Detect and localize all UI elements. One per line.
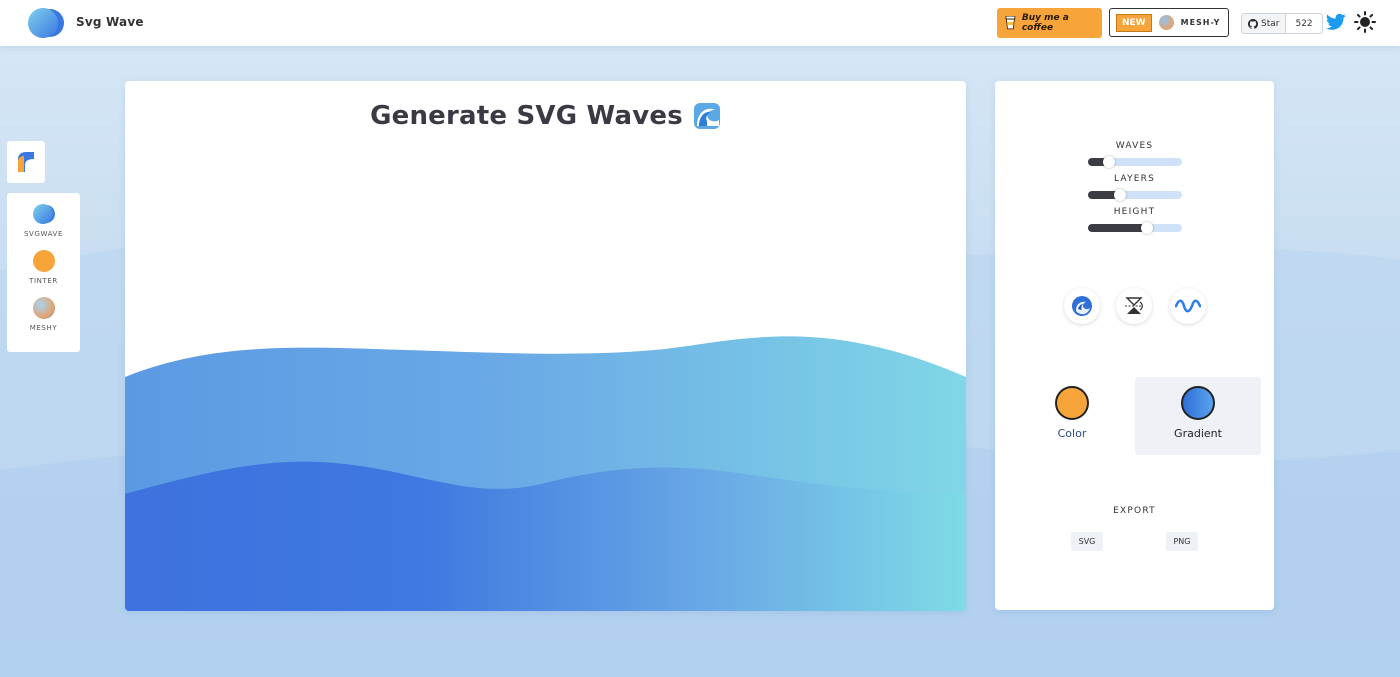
sidebar-item-label: TINTER [29, 277, 58, 285]
color-mode-label: Color [1057, 427, 1087, 440]
github-star-label: Star [1261, 18, 1280, 29]
meshy-logo-icon [1158, 15, 1174, 30]
color-mode-option[interactable]: Color [1009, 377, 1135, 455]
layers-slider[interactable] [1088, 189, 1182, 201]
coffee-cup-icon [1005, 16, 1016, 30]
export-png-button[interactable]: PNG [1166, 532, 1198, 551]
sidebar-item-svgwave[interactable]: SVGWAVE [7, 203, 80, 238]
flip-icon [1125, 297, 1143, 314]
github-star-button[interactable]: Star [1241, 13, 1287, 34]
height-slider[interactable] [1088, 222, 1182, 234]
wave-preview-svg[interactable] [125, 81, 966, 611]
color-swatch [1055, 386, 1089, 420]
waves-slider[interactable] [1088, 156, 1182, 168]
side-app-switcher: SVGWAVE TINTER MESHY [7, 193, 80, 352]
randomize-button[interactable] [1064, 288, 1100, 324]
wave-emoji-icon [693, 103, 720, 129]
meshy-icon [32, 297, 55, 319]
sidebar-item-meshy[interactable]: MESHY [7, 297, 80, 332]
gradient-mode-label: Gradient [1174, 427, 1222, 440]
page-title: Generate SVG Waves [125, 101, 966, 131]
layers-slider-label: LAYERS [1113, 174, 1156, 184]
flip-button[interactable] [1116, 288, 1152, 324]
export-label: EXPORT [1113, 506, 1156, 516]
height-slider-label: HEIGHT [1113, 207, 1156, 217]
sidebar-item-tinter[interactable]: TINTER [7, 250, 80, 285]
coffee-label: Buy me a coffee [1021, 13, 1069, 33]
github-star-widget: Star 522 [1241, 13, 1323, 34]
meshy-label: MESH-Y [1180, 18, 1221, 27]
svgwave-icon [32, 204, 55, 224]
randomize-icon [1072, 296, 1092, 316]
wave-style-button[interactable] [1170, 288, 1206, 324]
new-badge: NEW [1116, 13, 1152, 32]
top-navbar: Svg Wave Buy me a coffee NEW MESH-Y Star… [0, 0, 1400, 46]
theme-toggle-sun-icon[interactable] [1354, 11, 1376, 33]
gradient-mode-option[interactable]: Gradient [1135, 377, 1261, 455]
height-slider-thumb[interactable] [1141, 222, 1154, 234]
tinter-icon [32, 250, 55, 272]
app-logo-icon [18, 152, 34, 172]
sidebar-item-label: SVGWAVE [24, 230, 63, 238]
waves-slider-label: WAVES [1115, 141, 1154, 151]
wave-style-icon [1175, 299, 1201, 313]
github-icon [1248, 18, 1258, 29]
wave-preview-card: Generate SVG Waves [125, 81, 966, 611]
gradient-swatch [1181, 386, 1215, 420]
page-title-text: Generate SVG Waves [370, 101, 683, 131]
side-app-launcher[interactable] [7, 141, 45, 183]
buy-me-a-coffee-button[interactable]: Buy me a coffee [997, 8, 1102, 38]
controls-panel: WAVES LAYERS HEIGHT Color Gradient EXPOR… [995, 81, 1274, 610]
export-svg-button[interactable]: SVG [1071, 532, 1103, 551]
waves-slider-thumb[interactable] [1102, 156, 1115, 168]
height-slider-fill [1088, 224, 1148, 232]
github-star-count[interactable]: 522 [1286, 13, 1323, 34]
brand-name[interactable]: Svg Wave [76, 15, 144, 29]
sidebar-item-label: MESHY [29, 324, 58, 332]
layers-slider-thumb[interactable] [1113, 189, 1126, 201]
meshy-promo-button[interactable]: NEW MESH-Y [1109, 8, 1229, 37]
twitter-icon[interactable] [1326, 13, 1346, 31]
svgwave-logo-icon[interactable] [28, 7, 66, 39]
